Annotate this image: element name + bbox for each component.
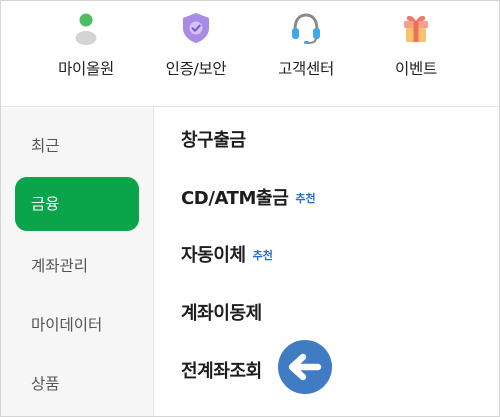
- quick-menu: 마이올원 인증/보안 고객센터 이벤트: [1, 1, 499, 107]
- sidebar-item-finance[interactable]: 금융: [15, 177, 139, 231]
- recommend-badge: 추천: [295, 192, 316, 205]
- quick-menu-event[interactable]: 이벤트: [356, 1, 476, 101]
- menu-item-title: CD/ATM출금: [181, 188, 289, 209]
- sidebar-item-mydata[interactable]: 마이데이터: [15, 298, 139, 352]
- sidebar-item-account-management[interactable]: 계좌관리: [15, 239, 139, 293]
- shield-check-icon: [183, 13, 209, 43]
- menu-item-title: 자동이체: [181, 245, 246, 266]
- gift-icon: [404, 15, 428, 42]
- quick-menu-label: 인증/보안: [165, 60, 227, 78]
- finance-menu: 창구출금 CD/ATM출금 추천 자동이체 추천 계좌이동제 전계좌조회: [155, 108, 499, 416]
- sidebar: 최근 금융 계좌관리 마이데이터 상품: [1, 108, 154, 416]
- quick-menu-label: 이벤트: [395, 60, 437, 78]
- menu-item-title: 전계좌조회: [181, 361, 262, 382]
- menu-item-all-accounts-inquiry[interactable]: 전계좌조회: [181, 355, 262, 385]
- quick-menu-label: 고객센터: [278, 60, 334, 78]
- quick-menu-label: 마이올원: [58, 60, 114, 78]
- menu-item-account-switching[interactable]: 계좌이동제: [181, 297, 262, 327]
- quick-menu-security[interactable]: 인증/보안: [136, 1, 256, 101]
- recommend-badge: 추천: [252, 249, 273, 262]
- sidebar-item-products[interactable]: 상품: [15, 357, 139, 411]
- menu-item-title: 계좌이동제: [181, 303, 262, 324]
- person-icon: [75, 13, 97, 45]
- quick-menu-customer-center[interactable]: 고객센터: [246, 1, 366, 101]
- quick-menu-myallone[interactable]: 마이올원: [26, 1, 146, 101]
- left-arrow-icon: [278, 340, 332, 394]
- app-frame: 마이올원 인증/보안 고객센터 이벤트 최근 금융 계좌관리 마이데이터 상품 …: [0, 0, 500, 417]
- headset-icon: [292, 13, 320, 44]
- sidebar-item-recent[interactable]: 최근: [15, 119, 139, 173]
- menu-item-auto-transfer[interactable]: 자동이체 추천: [181, 239, 273, 269]
- menu-item-counter-withdrawal[interactable]: 창구출금: [181, 124, 246, 154]
- menu-item-title: 창구출금: [181, 130, 246, 151]
- menu-item-atm-withdrawal[interactable]: CD/ATM출금 추천: [181, 182, 316, 212]
